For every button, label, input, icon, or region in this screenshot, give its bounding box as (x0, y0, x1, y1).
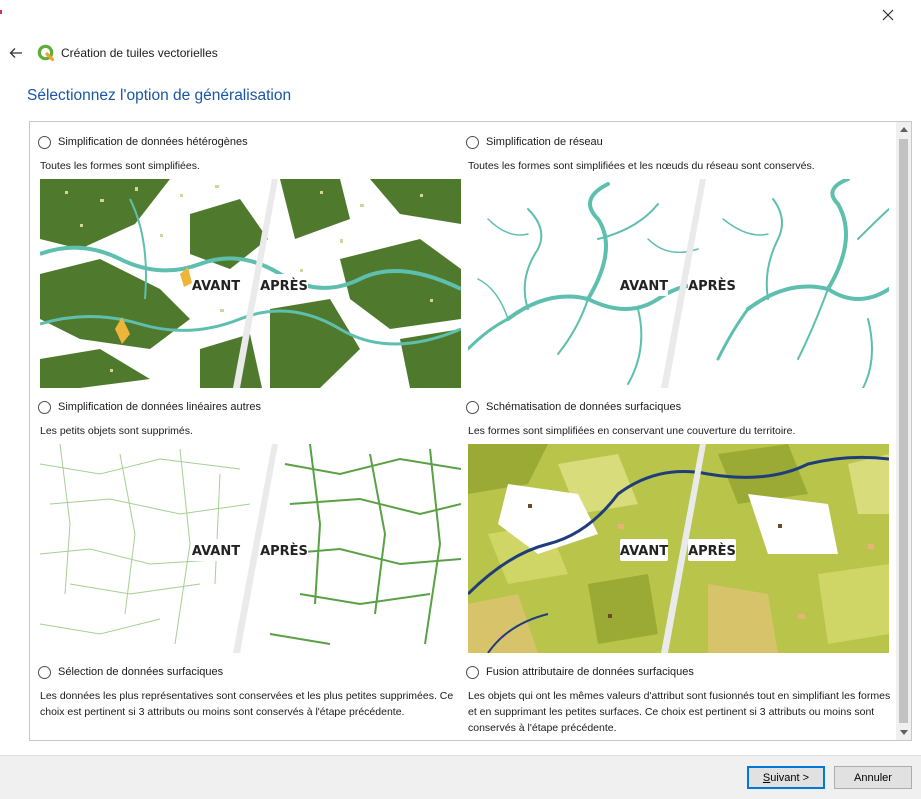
option-surface-schema-header[interactable]: Schématisation de données surfaciques (466, 397, 681, 417)
option-attribute-merge-header[interactable]: Fusion attributaire de données surfaciqu… (466, 662, 694, 682)
option-heterogeneous-radio[interactable] (38, 135, 51, 149)
option-label: Schématisation de données surfaciques (486, 401, 682, 413)
option-label: Simplification de données linéaires autr… (58, 401, 262, 413)
chevron-up-icon (899, 127, 908, 132)
scroll-up-button[interactable] (896, 122, 911, 137)
arrow-left-icon (9, 48, 22, 58)
window-title: Création de tuiles vectorielles (61, 46, 218, 60)
preview-surface-schema: AVANT APRÈS (468, 444, 889, 653)
badge-after: APRÈS (688, 278, 736, 294)
option-network-header[interactable]: Simplification de réseau (466, 132, 603, 152)
next-label: uivant > (770, 771, 810, 784)
badge-before: AVANT (620, 544, 668, 559)
option-description: Toutes les formes sont simplifiées. (40, 160, 200, 172)
option-heterogeneous-header[interactable]: Simplification de données hétérogènes (38, 132, 248, 152)
option-label: Simplification de réseau (486, 136, 603, 148)
chevron-down-icon (899, 730, 908, 735)
vertical-scrollbar[interactable] (896, 122, 911, 740)
close-icon (882, 9, 894, 21)
badge-after: APRÈS (260, 543, 308, 559)
option-surface-schema-radio[interactable] (466, 400, 479, 414)
option-label: Simplification de données hétérogènes (58, 136, 248, 148)
option-label: Fusion attributaire de données surfaciqu… (486, 666, 694, 678)
preview-linear: AVANT APRÈS (40, 444, 461, 653)
cancel-button[interactable]: Annuler (834, 766, 912, 789)
qgis-logo-icon (37, 44, 55, 62)
badge-after: APRÈS (260, 278, 308, 294)
badge-after: APRÈS (688, 543, 736, 559)
option-description: Toutes les formes sont simplifiées et le… (468, 160, 815, 172)
scrollbar-thumb[interactable] (899, 139, 908, 723)
option-network-radio[interactable] (466, 135, 479, 149)
option-attribute-merge-radio[interactable] (466, 665, 479, 679)
option-description: Les objets qui ont les mêmes valeurs d'a… (468, 690, 891, 734)
wizard-header: Création de tuiles vectorielles (0, 36, 921, 70)
option-linear-header[interactable]: Simplification de données linéaires autr… (38, 397, 261, 417)
next-button[interactable]: Suivant > (747, 766, 825, 789)
preview-network: AVANT APRÈS (468, 179, 889, 388)
close-button[interactable] (868, 0, 908, 30)
preview-heterogeneous: AVANT APRÈS (40, 179, 461, 388)
badge-before: AVANT (620, 279, 668, 294)
next-mnemonic: S (762, 771, 771, 784)
option-linear-radio[interactable] (38, 400, 51, 414)
badge-before: AVANT (192, 544, 240, 559)
badge-before: AVANT (192, 279, 240, 294)
scroll-down-button[interactable] (896, 725, 911, 740)
option-description: Les données les plus représentatives son… (40, 690, 454, 718)
button-bar: Suivant > Annuler (0, 755, 921, 799)
option-label: Sélection de données surfaciques (58, 666, 224, 678)
page-title: Sélectionnez l'option de généralisation (27, 87, 292, 104)
window-edge-mark (0, 10, 2, 14)
option-surface-selection-header[interactable]: Sélection de données surfaciques (38, 662, 223, 682)
option-description: Les formes sont simplifiées en conservan… (468, 425, 796, 437)
option-surface-selection-radio[interactable] (38, 665, 51, 679)
option-description: Les petits objets sont supprimés. (40, 425, 193, 437)
options-panel: Simplification de données hétérogènes To… (29, 121, 912, 741)
back-button[interactable] (6, 43, 26, 63)
